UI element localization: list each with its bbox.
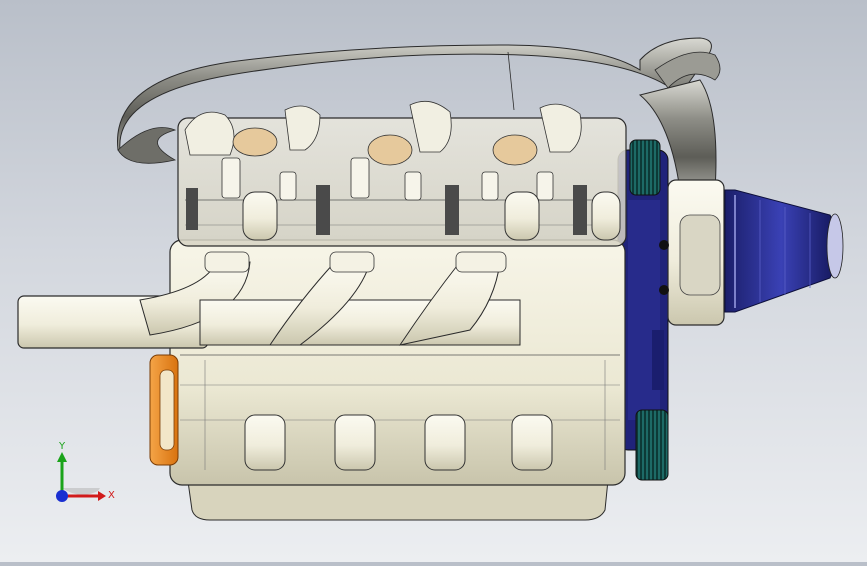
y-axis-arrowhead: [57, 452, 67, 462]
y-axis-label: Y: [58, 441, 66, 452]
throttle-body[interactable]: [667, 179, 725, 326]
coordinate-triad: X Y: [40, 438, 120, 508]
air-filter[interactable]: [724, 189, 844, 313]
z-axis-origin: [56, 490, 68, 502]
triad-plane: [62, 488, 100, 495]
x-axis-label: X: [108, 490, 115, 501]
lower-pulley[interactable]: [635, 409, 669, 481]
upper-pulley[interactable]: [629, 139, 661, 196]
x-axis-arrowhead: [98, 491, 106, 501]
front-flange[interactable]: [149, 354, 179, 466]
3d-model-viewport[interactable]: [0, 0, 867, 562]
